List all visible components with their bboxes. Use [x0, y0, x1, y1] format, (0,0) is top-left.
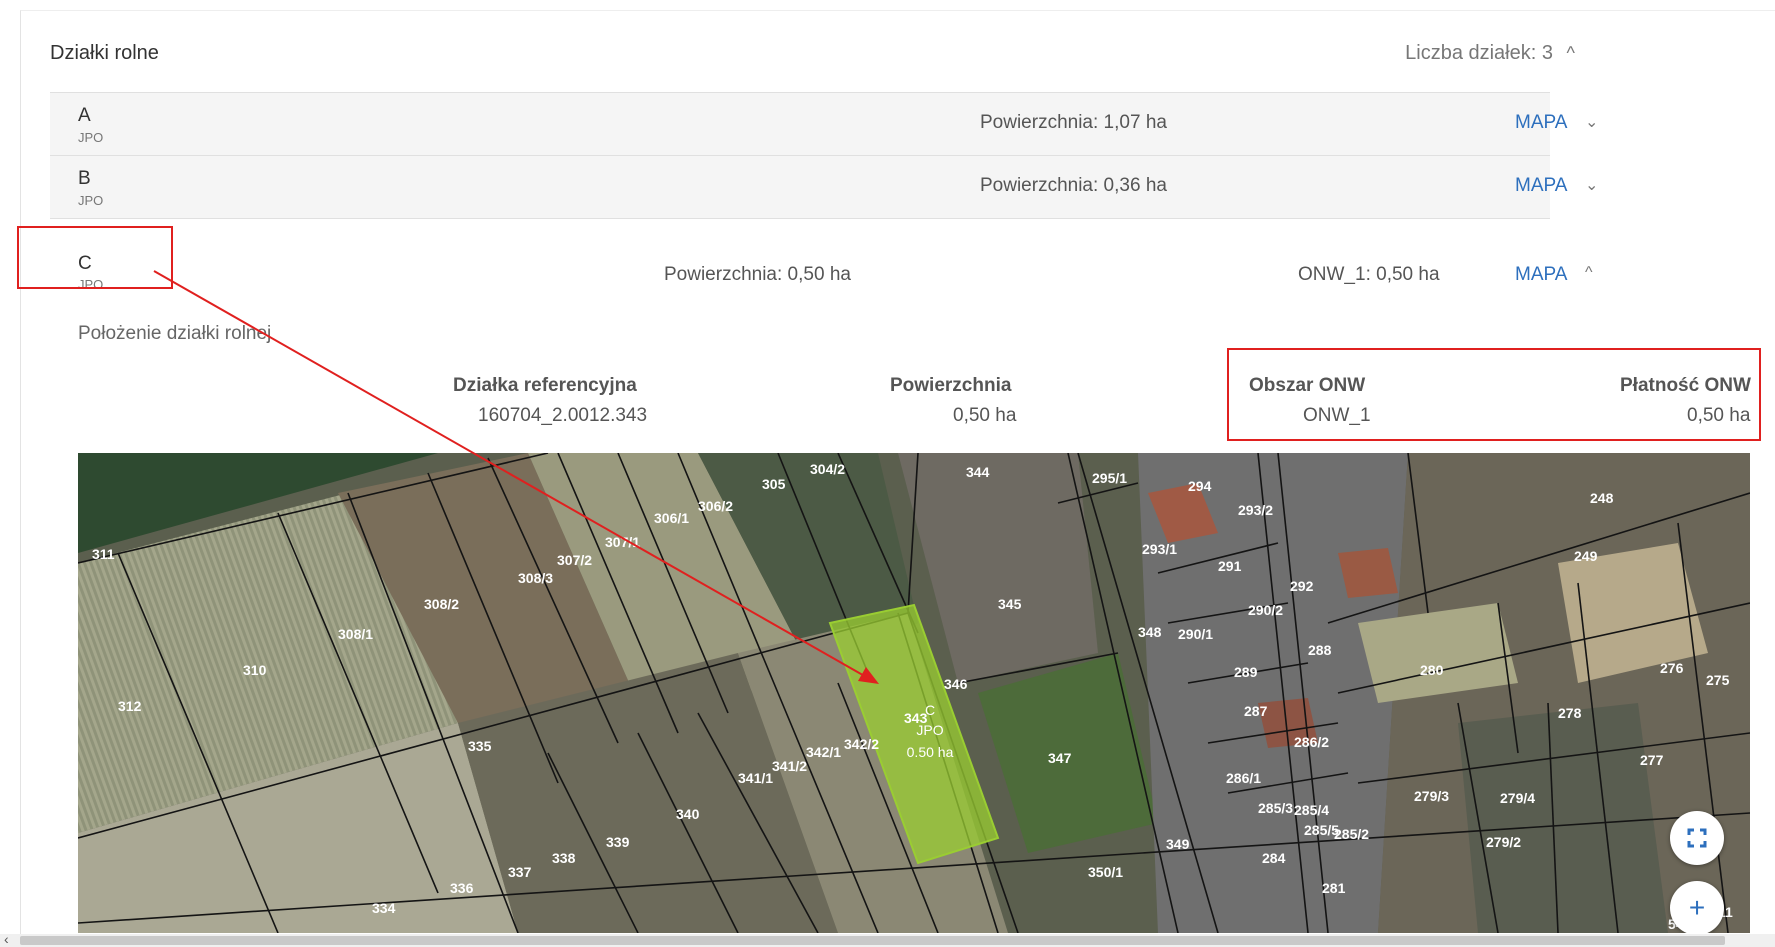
annotation-arrow — [153, 270, 879, 684]
horizontal-scrollbar[interactable]: ‹ — [0, 931, 1775, 947]
arrow-head-icon — [858, 667, 879, 684]
page: Działki rolne Liczba działek: 3 ^ A JPO … — [0, 0, 1775, 947]
chevron-left-icon[interactable]: ‹ — [4, 931, 9, 947]
scrollbar-thumb[interactable] — [20, 936, 1725, 945]
